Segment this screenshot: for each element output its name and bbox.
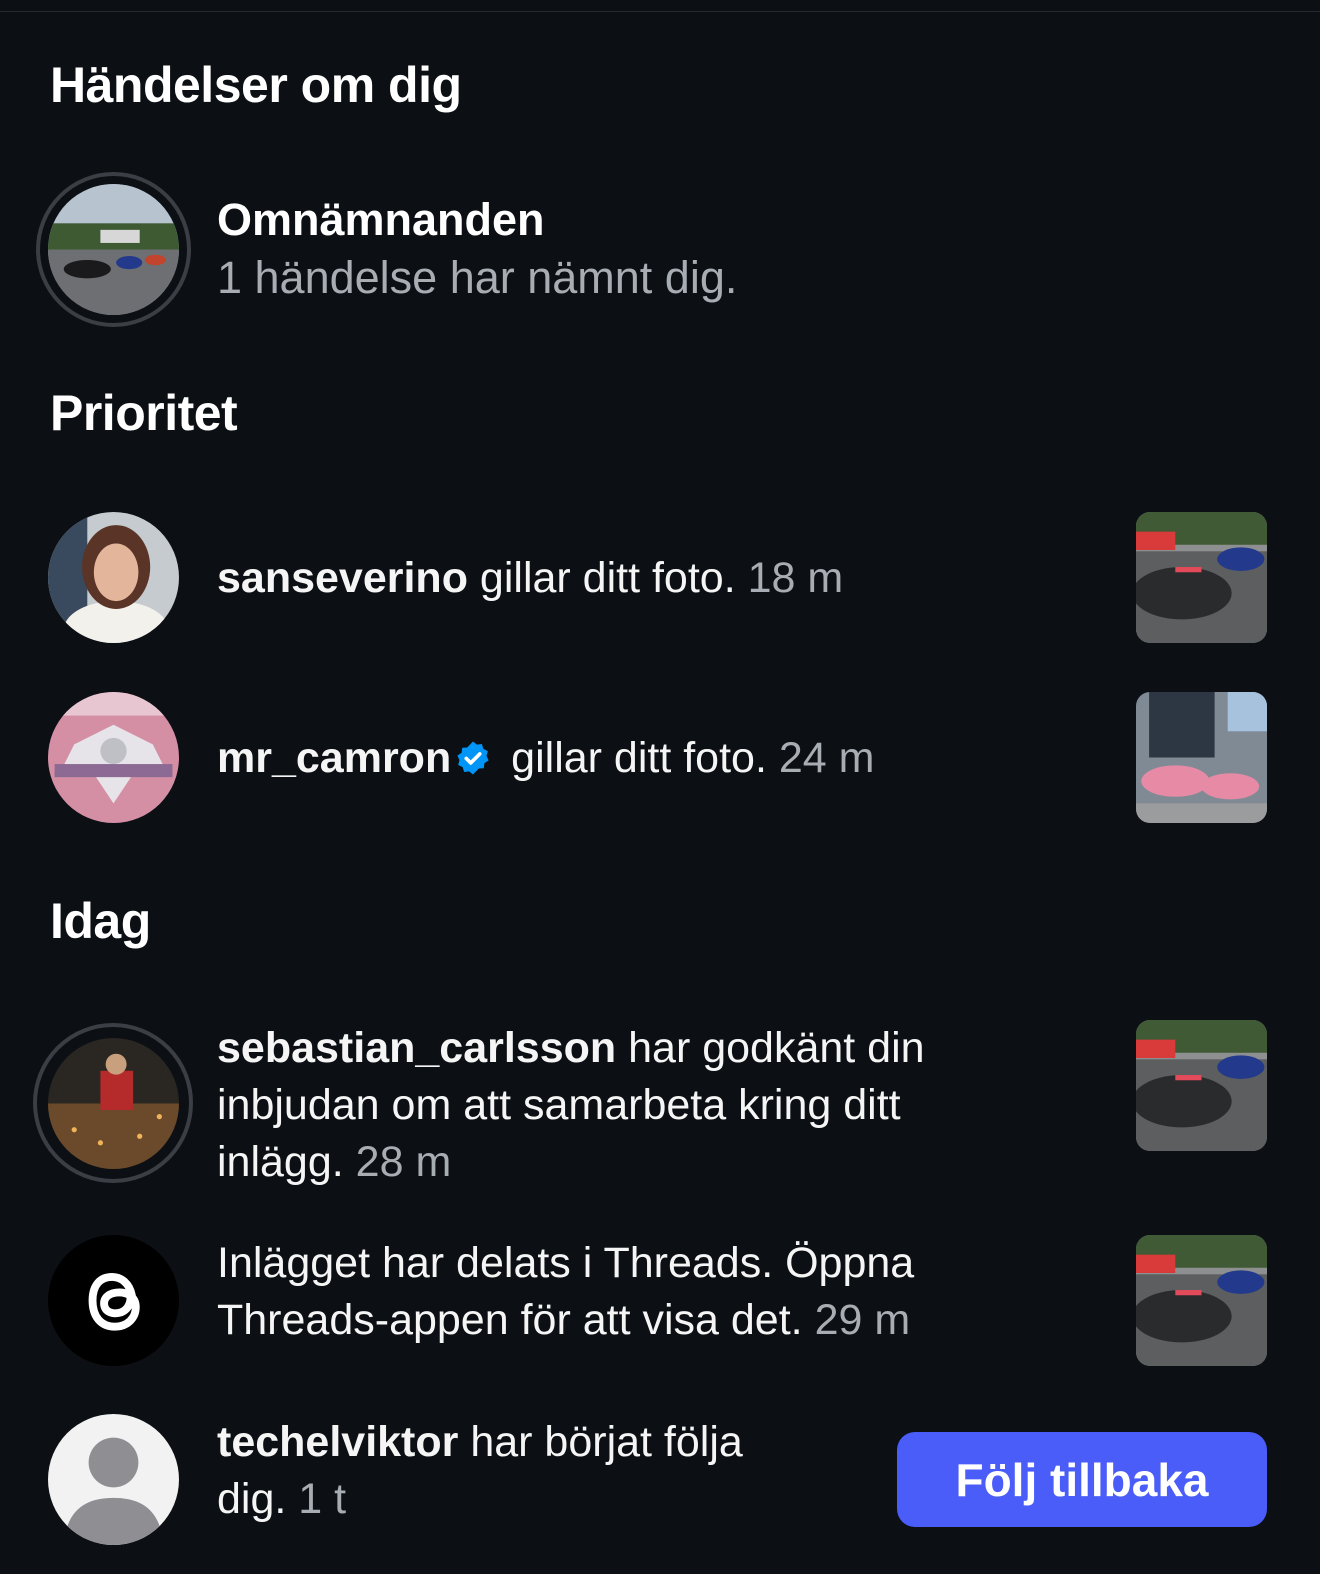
threads-icon [48, 1235, 179, 1366]
post-thumbnail[interactable] [1136, 1020, 1267, 1151]
user-avatar[interactable] [48, 1038, 179, 1169]
mentions-subtitle: 1 händelse har nämnt dig. [217, 252, 738, 303]
timestamp: 1 t [298, 1475, 347, 1523]
section-title-priority: Prioritet [50, 385, 238, 441]
post-thumbnail[interactable] [1136, 1235, 1267, 1366]
notification-text: mr_camron gillar ditt foto. 24 m [217, 730, 874, 787]
section-title-events: Händelser om dig [50, 57, 462, 113]
top-divider [0, 0, 1320, 12]
action-text: har godkänt din [628, 1024, 925, 1072]
mentions-avatar[interactable] [48, 184, 179, 315]
timestamp: 18 m [747, 554, 844, 602]
section-title-today: Idag [50, 893, 151, 949]
username[interactable]: sanseverino [217, 554, 468, 602]
notification-text: sanseverino gillar ditt foto. 18 m [217, 550, 843, 607]
timestamp: 24 m [778, 734, 875, 782]
action-text: gillar ditt foto. [511, 734, 767, 782]
username[interactable]: techelviktor [217, 1418, 458, 1466]
notification-text: sebastian_carlsson har godkänt din inbju… [217, 1020, 925, 1191]
action-text: Threads-appen för att visa det. [217, 1296, 803, 1344]
action-text: Inlägget har delats i Threads. Öppna [217, 1239, 915, 1287]
action-text: inlägg. [217, 1138, 344, 1186]
verified-badge-icon [457, 741, 489, 775]
action-text: dig. [217, 1475, 287, 1523]
timestamp: 29 m [814, 1296, 911, 1344]
action-text: har börjat följa [470, 1418, 743, 1466]
timestamp: 28 m [355, 1138, 452, 1186]
follow-back-button[interactable]: Följ tillbaka [897, 1432, 1267, 1527]
user-avatar[interactable] [48, 512, 179, 643]
post-thumbnail[interactable] [1136, 692, 1267, 823]
notification-text: techelviktor har börjat följa dig. 1 t [217, 1414, 743, 1528]
notification-text: Inlägget har delats i Threads. Öppna Thr… [217, 1235, 914, 1349]
notification-row[interactable]: mr_camron gillar ditt foto. 24 m [0, 692, 1320, 824]
action-text: inbjudan om att samarbeta kring ditt [217, 1081, 901, 1129]
notification-row[interactable]: sebastian_carlsson har godkänt din inbju… [0, 1020, 1320, 1190]
user-avatar[interactable] [48, 692, 179, 823]
mentions-title: Omnämnanden [217, 194, 545, 245]
notification-row[interactable]: Inlägget har delats i Threads. Öppna Thr… [0, 1235, 1320, 1367]
username[interactable]: mr_camron [217, 734, 451, 782]
post-thumbnail[interactable] [1136, 512, 1267, 643]
default-avatar-icon[interactable] [48, 1414, 179, 1545]
notification-row[interactable]: sanseverino gillar ditt foto. 18 m [0, 512, 1320, 644]
username[interactable]: sebastian_carlsson [217, 1024, 616, 1072]
mentions-row[interactable]: Omnämnanden 1 händelse har nämnt dig. [0, 172, 1320, 332]
action-text: gillar ditt foto. [479, 554, 736, 602]
